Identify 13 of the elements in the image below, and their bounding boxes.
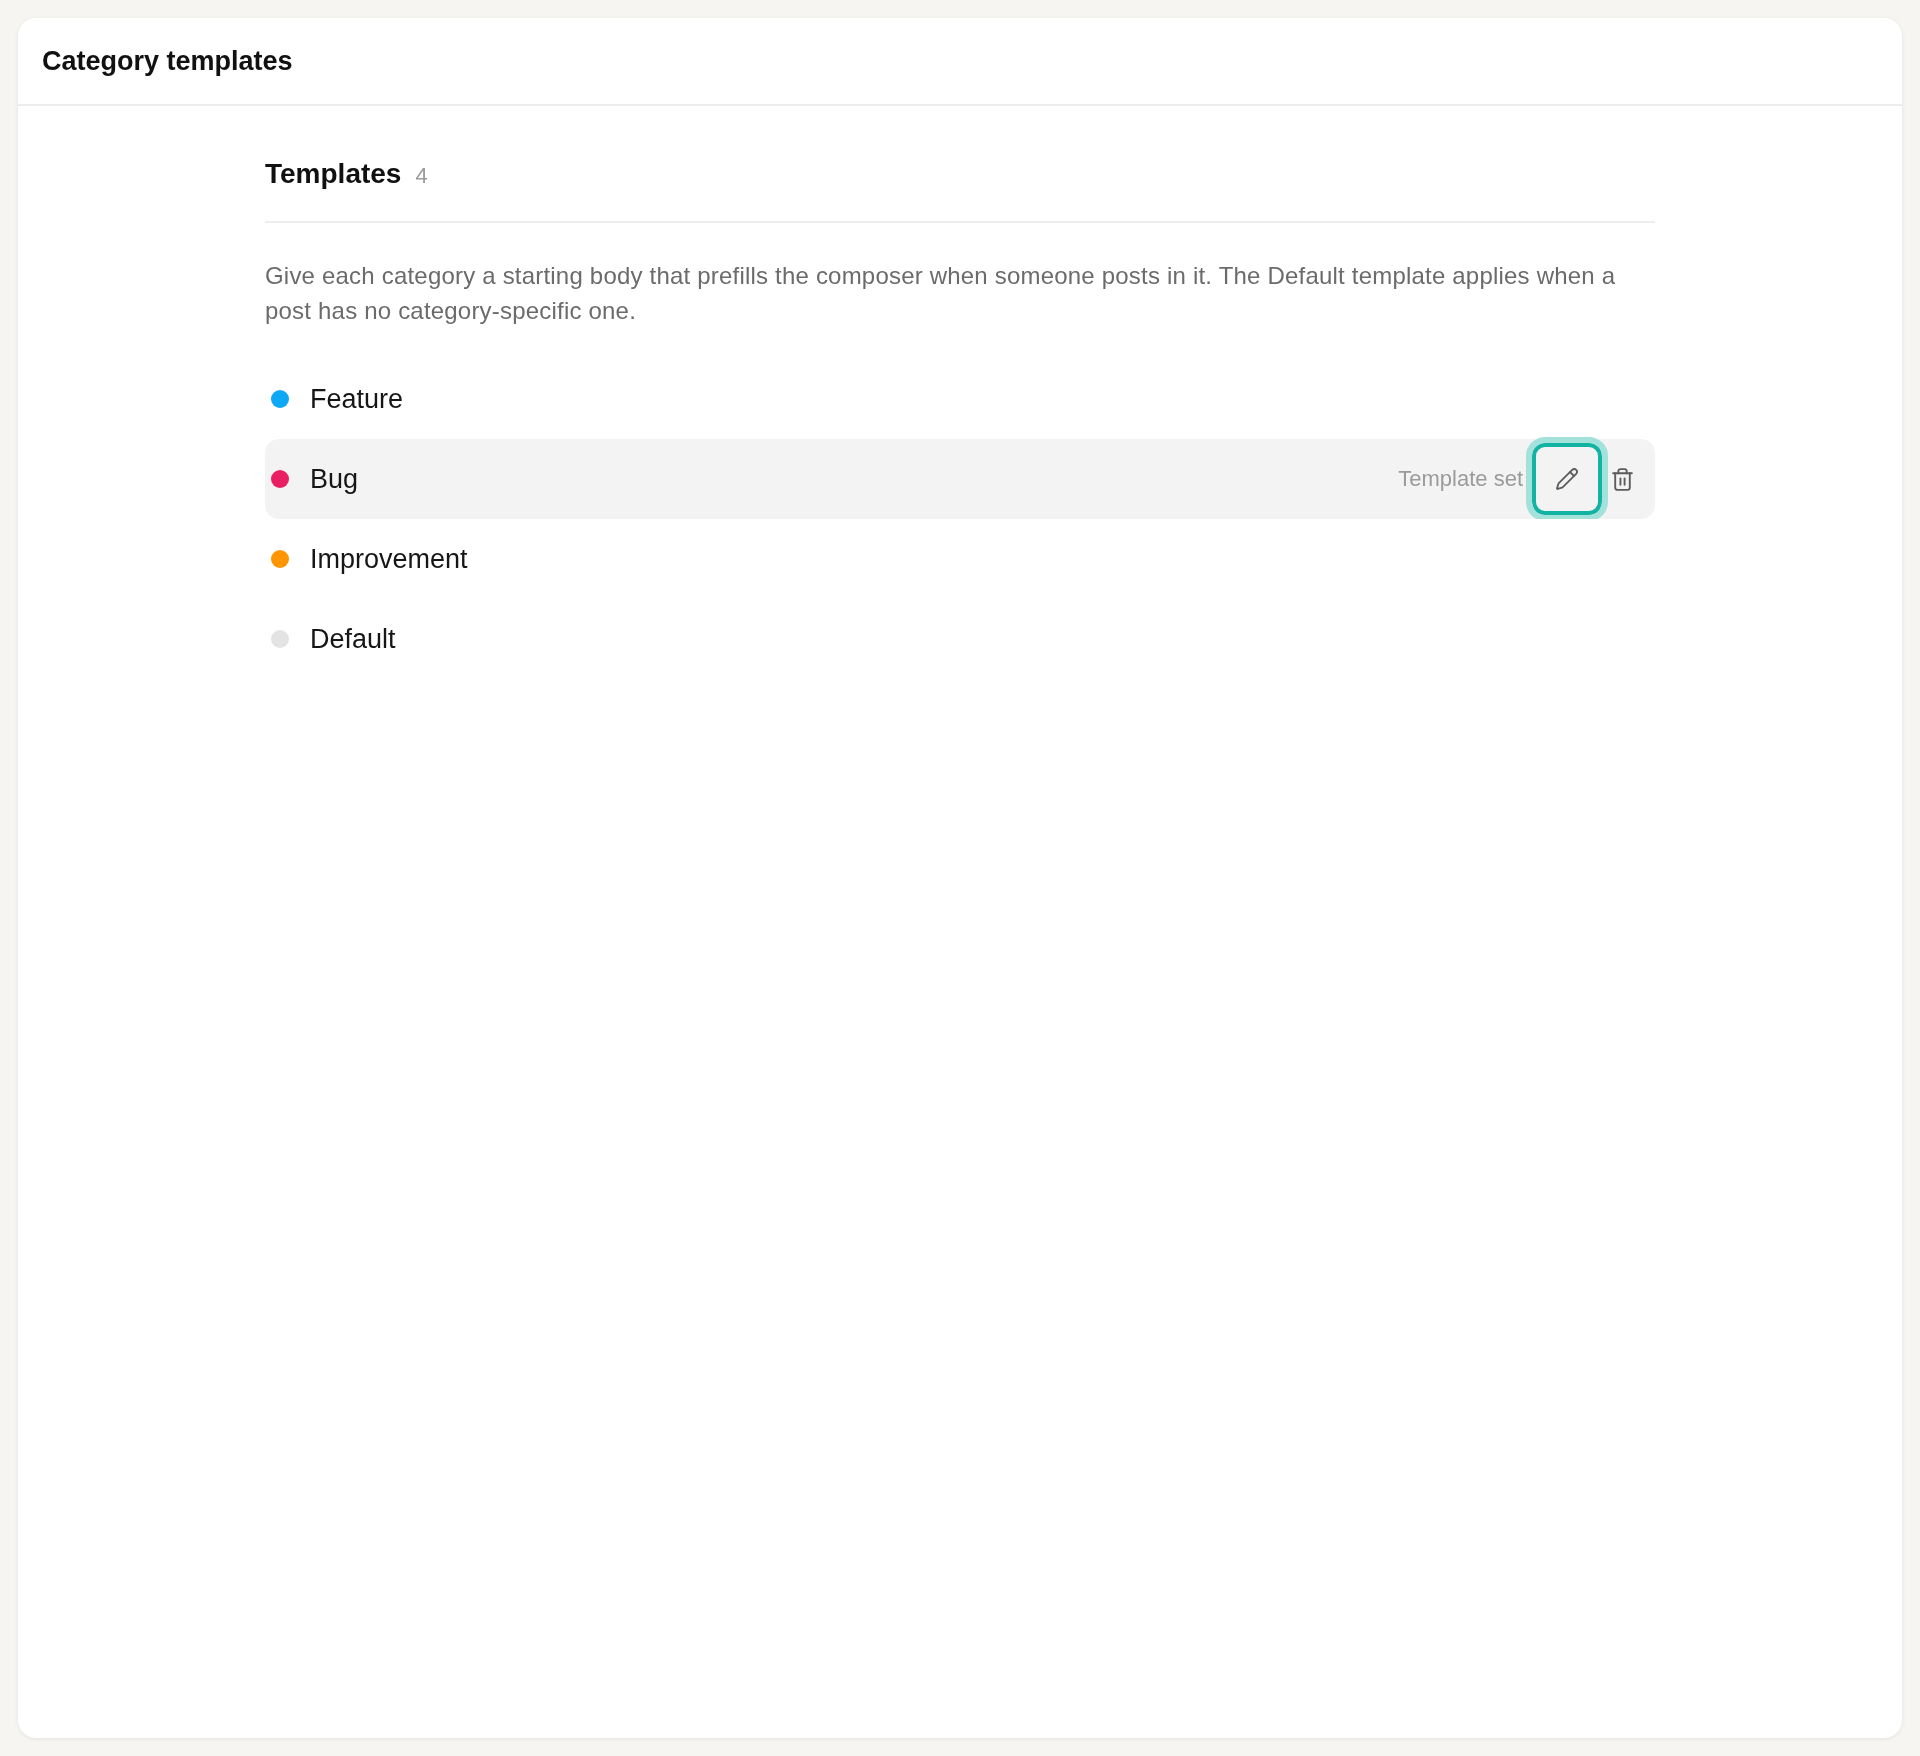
panel-title: Category templates bbox=[42, 45, 293, 77]
section-title: Templates bbox=[265, 158, 402, 190]
template-status: Template set bbox=[1398, 466, 1523, 492]
category-name: Feature bbox=[310, 383, 404, 415]
category-name: Default bbox=[310, 623, 396, 655]
section-description: Give each category a starting body that prefills the composer when someone posts in it. The Default template applies when a post has no category-specific one. bbox=[265, 261, 1617, 326]
category-name: Bug bbox=[310, 463, 359, 495]
template-count: 4 bbox=[415, 163, 428, 189]
category-row[interactable]: Bug Template set bbox=[265, 439, 1655, 519]
pencil-icon bbox=[1555, 467, 1579, 491]
edit-button[interactable] bbox=[1526, 437, 1608, 521]
category-name: Improvement bbox=[310, 543, 468, 575]
trash-icon bbox=[1609, 466, 1635, 492]
